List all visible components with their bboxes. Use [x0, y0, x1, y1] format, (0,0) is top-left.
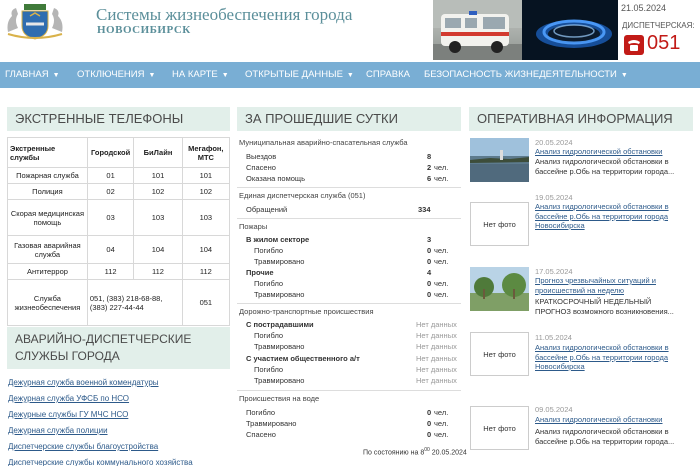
news-title-link[interactable]: Анализ гидрологической обстановки [535, 147, 675, 157]
emergency-phones-table: Экстренные службы Городской БиЛайн Мегаф… [7, 137, 231, 326]
dispatch-title: Единая диспетчерская служба (051) [239, 191, 366, 200]
fires-title: Пожары [239, 222, 268, 231]
column-header: Городской [86, 137, 135, 168]
table-row: Полиция 02 102 102 [7, 183, 231, 200]
nav-item-home[interactable]: ГЛАВНАЯ ▼ [5, 62, 60, 88]
news-photo[interactable] [470, 267, 529, 311]
column-header: БиЛайн [133, 137, 183, 168]
news-title-link[interactable]: Прогноз чрезвычайных ситуаций и происшес… [535, 276, 675, 295]
table-row: Служба жизнеобеспечения 051, (383) 218-6… [7, 279, 231, 326]
nav-item-map[interactable]: НА КАРТЕ ▼ [172, 62, 229, 88]
past-day-heading: ЗА ПРОШЕДШИЕ СУТКИ [237, 107, 461, 131]
chevron-down-icon: ▼ [52, 72, 60, 79]
main-navigation: ГЛАВНАЯ ▼ ОТКЛЮЧЕНИЯ ▼ НА КАРТЕ ▼ ОТКРЫТЫЕ … [0, 62, 700, 88]
news-summary: Анализ гидрологической обстановки в басс… [535, 427, 675, 446]
emergency-services-heading: АВАРИЙНО-ДИСПЕТЧЕРСКИЕ СЛУЖБЫ ГОРОДА [7, 327, 230, 369]
dispatch-label: ДИСПЕТЧЕРСКАЯ: [622, 21, 695, 30]
city-coat-of-arms-logo[interactable] [4, 2, 66, 40]
water-title: Происшествия на воде [239, 394, 320, 403]
news-summary: КРАТКОСРОЧНЫЙ НЕДЕЛЬНЫЙ ПРОГНОЗ возможно… [535, 297, 674, 316]
news-title-link[interactable]: Анализ гидрологической обстановки в басс… [535, 343, 675, 372]
chevron-down-icon: ▼ [221, 72, 229, 79]
site-header: Системы жизнеобеспечения города НОВОСИБИ… [0, 0, 700, 62]
chevron-down-icon: ▼ [148, 72, 156, 79]
news-photo-placeholder: Нет фото [470, 332, 529, 376]
site-subtitle: НОВОСИБИРСК [97, 24, 191, 36]
chevron-down-icon: ▼ [620, 72, 628, 79]
service-link[interactable]: Диспетчерские службы коммунального хозяй… [8, 458, 193, 466]
news-date: 09.05.2024 [535, 405, 573, 414]
news-title-link[interactable]: Анализ гидрологической обстановки [535, 415, 675, 425]
chevron-down-icon: ▼ [346, 72, 354, 79]
news-date: 19.05.2024 [535, 193, 573, 202]
column-header: Мегафон, МТС [181, 137, 231, 168]
nav-item-outages[interactable]: ОТКЛЮЧЕНИЯ ▼ [77, 62, 155, 88]
service-link[interactable]: Диспетчерские службы благоустройства [8, 442, 158, 451]
news-photo-placeholder: Нет фото [470, 406, 529, 450]
divider [237, 390, 461, 391]
gas-burner-photo [522, 0, 618, 60]
emergency-phones-heading: ЭКСТРЕННЫЕ ТЕЛЕФОНЫ [7, 107, 230, 131]
table-row: Скорая медицинская помощь 03 103 103 [7, 199, 231, 236]
news-date: 20.05.2024 [535, 138, 573, 147]
service-link[interactable]: Дежурная служба военной комендатуры [8, 378, 159, 387]
site-title[interactable]: Системы жизнеобеспечения города [96, 5, 352, 25]
divider [237, 303, 461, 304]
status-timestamp: По состоянию на 800 20.05.2024 [363, 447, 467, 457]
news-date: 17.05.2024 [535, 267, 573, 276]
table-row: Антитеррор 112 112 112 [7, 263, 231, 280]
divider [237, 218, 461, 219]
news-date: 11.05.2024 [535, 333, 572, 342]
nav-item-open-data[interactable]: ОТКРЫТЫЕ ДАННЫЕ ▼ [245, 62, 354, 88]
column-header: Экстренные службы [7, 137, 88, 168]
current-date: 21.05.2024 [621, 3, 667, 13]
dispatch-number[interactable]: 051 [647, 32, 680, 55]
phone-icon [624, 35, 644, 55]
table-row: Газовая аварийная служба 04 104 104 [7, 235, 231, 264]
service-link[interactable]: Дежурные службы ГУ МЧС НСО [8, 410, 128, 419]
nav-item-safety[interactable]: БЕЗОПАСНОСТЬ ЖИЗНЕДЕЯТЕЛЬНОСТИ ▼ [424, 62, 628, 88]
divider [237, 187, 461, 188]
news-photo[interactable] [470, 138, 529, 182]
road-title: Дорожно-транспортные происшествия [239, 307, 374, 316]
news-photo-placeholder: Нет фото [470, 202, 529, 246]
service-link[interactable]: Дежурная служба полиции [8, 426, 108, 435]
service-link[interactable]: Дежурная служба УФСБ по НСО [8, 394, 129, 403]
ambulance-photo [433, 0, 522, 60]
news-summary: Анализ гидрологической обстановки в басс… [535, 157, 675, 176]
rescue-title: Муниципальная аварийно-спасательная служ… [239, 138, 408, 147]
nav-item-help[interactable]: СПРАВКА [366, 62, 410, 88]
operative-info-heading: ОПЕРАТИВНАЯ ИНФОРМАЦИЯ [469, 107, 693, 131]
news-title-link[interactable]: Анализ гидрологической обстановки в басс… [535, 202, 675, 231]
table-row: Пожарная служба 01 101 101 [7, 167, 231, 184]
page: Системы жизнеобеспечения города НОВОСИБИ… [0, 0, 700, 466]
